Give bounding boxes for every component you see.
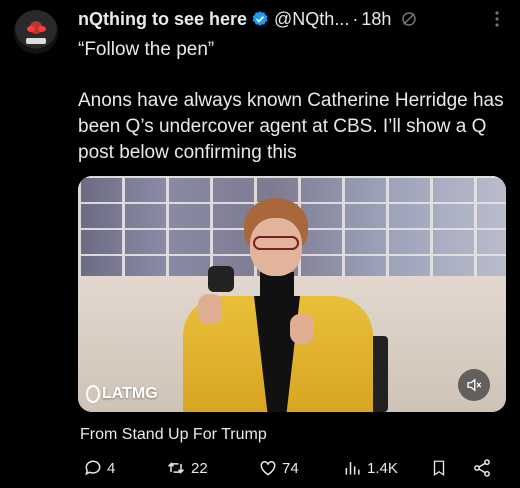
reply-button[interactable]: 4 [83, 458, 115, 478]
reply-icon [85, 460, 101, 476]
repost-icon [167, 462, 185, 474]
mute-icon[interactable] [458, 369, 490, 401]
share-button[interactable] [472, 458, 492, 478]
post-text-body: Anons have always known Catherine Herrid… [78, 90, 504, 163]
bookmark-icon [433, 460, 445, 477]
verified-badge-icon[interactable] [251, 10, 269, 28]
video-player[interactable]: LATMG [78, 176, 506, 412]
avatar[interactable] [14, 10, 58, 54]
author-name[interactable]: nQthing to see here [78, 9, 247, 30]
views-button[interactable]: 1.4K [343, 458, 398, 478]
separator: · [352, 8, 359, 29]
post-text-line1: “Follow the pen” [78, 39, 215, 60]
like-count: 74 [282, 459, 299, 477]
views-count: 1.4K [367, 459, 398, 477]
bookmark-button[interactable] [430, 458, 448, 478]
grok-icon[interactable] [400, 10, 418, 28]
post-time[interactable]: 18h [361, 9, 391, 30]
repost-button[interactable]: 22 [165, 458, 208, 478]
more-icon[interactable] [494, 10, 500, 28]
action-bar: 4 22 74 1.4K [0, 456, 520, 484]
video-source[interactable]: From Stand Up For Trump [80, 426, 267, 444]
share-icon [474, 459, 490, 477]
post-header: nQthing to see here @NQth... · 18h [78, 7, 418, 31]
views-icon [345, 462, 360, 475]
repost-count: 22 [191, 459, 208, 477]
like-button[interactable]: 74 [258, 458, 299, 478]
reply-count: 4 [107, 459, 116, 477]
author-handle[interactable]: @NQth... [274, 9, 349, 30]
like-icon [260, 460, 276, 476]
video-watermark: LATMG [86, 385, 158, 403]
